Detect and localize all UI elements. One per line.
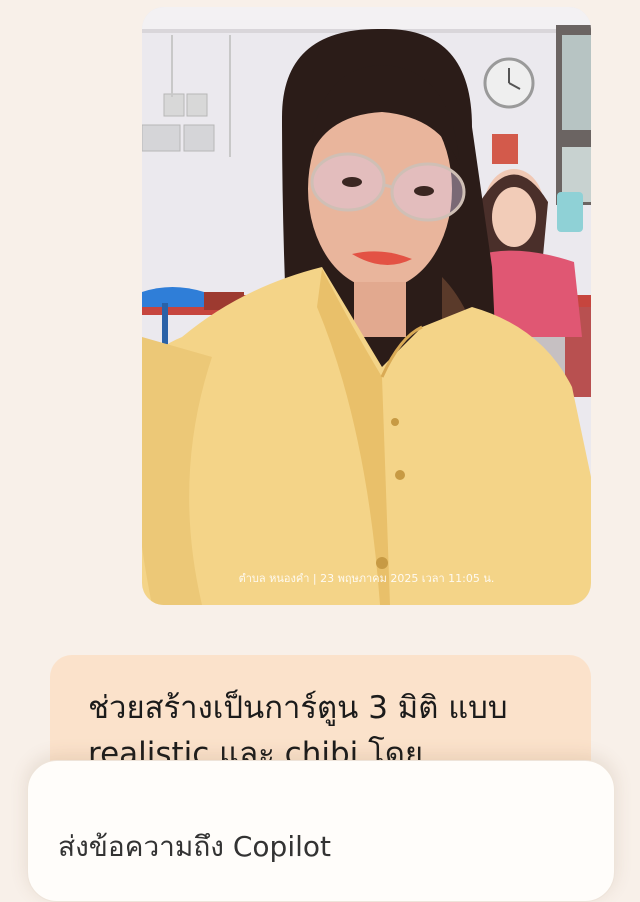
photo-illustration xyxy=(142,7,591,605)
attached-photo[interactable]: ตำบล หนองคำ | 23 พฤษภาคม 2025 เวลา 11:05… xyxy=(142,7,591,605)
message-input[interactable] xyxy=(58,826,598,866)
photo-timestamp: ตำบล หนองคำ | 23 พฤษภาคม 2025 เวลา 11:05… xyxy=(238,572,495,585)
